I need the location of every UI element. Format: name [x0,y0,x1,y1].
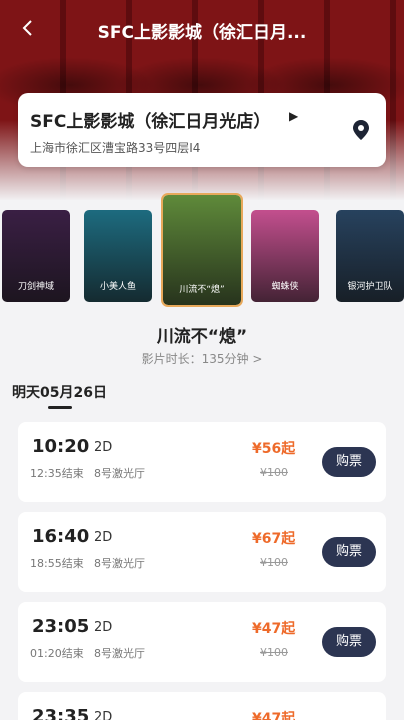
showtime-card[interactable]: 23:35 2D ¥47起 [18,692,386,720]
movie-poster[interactable]: 刀剑神域 [2,210,70,302]
poster-label: 银河护卫队 [347,282,393,292]
poster-label: 蜘蛛侠 [271,282,299,292]
showtime-end: 12:35结束 [30,467,84,480]
showtime-start: 10:20 [32,436,90,457]
cinema-name: SFC上影影城（徐汇日月光店） [30,112,271,132]
movie-poster[interactable]: 小美人鱼 [84,210,152,302]
buy-ticket-button[interactable]: 购票 [322,537,376,567]
date-tab[interactable]: 明天05月26日 [12,382,107,402]
poster-label: 川流不“熄” [179,285,225,295]
poster-label: 刀剑神域 [17,282,54,292]
movie-title: 川流不“熄” [156,327,248,347]
map-pin-icon[interactable] [352,119,370,141]
showtime-card[interactable]: 10:20 12:35结束 2D 8号激光厅 ¥56起 ¥100 购票 [18,422,386,502]
movie-poster[interactable]: 银河护卫队 [336,210,404,302]
showtime-format: 2D [94,620,113,635]
movie-duration-link[interactable]: 影片时长：135分钟 > [0,350,404,367]
showtime-end: 01:20结束 [30,647,84,660]
date-tab-underline [48,406,72,409]
showtime-original-price: ¥100 [260,466,288,479]
showtime-price: ¥47起 [252,711,296,720]
movie-poster-selected[interactable]: 川流不“熄” [161,193,243,307]
page-title: SFC上影影城（徐汇日月... [97,23,307,43]
showtime-hall: 8号激光厅 [94,557,145,570]
showtime-format: 2D [94,440,113,455]
showtime-price: ¥56起 [252,441,296,457]
showtime-format: 2D [94,710,113,720]
buy-ticket-button[interactable]: 购票 [322,447,376,477]
showtime-hall: 8号激光厅 [94,647,145,660]
showtime-hall: 8号激光厅 [94,467,145,480]
showtime-card[interactable]: 16:40 18:55结束 2D 8号激光厅 ¥67起 ¥100 购票 [18,512,386,592]
showtime-original-price: ¥100 [260,646,288,659]
movie-poster-carousel[interactable]: 刀剑神域 小美人鱼 川流不“熄” 蜘蛛侠 银河护卫队 [0,193,404,315]
cinema-address: 上海市徐汇区漕宝路33号四层I4 [30,141,201,155]
showtime-original-price: ¥100 [260,556,288,569]
showtime-card[interactable]: 23:05 01:20结束 2D 8号激光厅 ¥47起 ¥100 购票 [18,602,386,682]
cinema-detail-arrow-icon: ▶ [289,109,299,123]
top-nav-bar: SFC上影影城（徐汇日月... [0,10,404,46]
showtime-end: 18:55结束 [30,557,84,570]
showtime-start: 23:35 [32,706,90,720]
showtime-format: 2D [94,530,113,545]
showtime-price: ¥47起 [252,621,296,637]
showtime-start: 23:05 [32,616,90,637]
cinema-info-card[interactable]: SFC上影影城（徐汇日月光店） ▶ 上海市徐汇区漕宝路33号四层I4 [18,93,386,167]
buy-ticket-button[interactable]: 购票 [322,627,376,657]
poster-label: 小美人鱼 [99,282,136,292]
movie-poster[interactable]: 蜘蛛侠 [251,210,319,302]
showtime-start: 16:40 [32,526,90,547]
showtime-price: ¥67起 [252,531,296,547]
